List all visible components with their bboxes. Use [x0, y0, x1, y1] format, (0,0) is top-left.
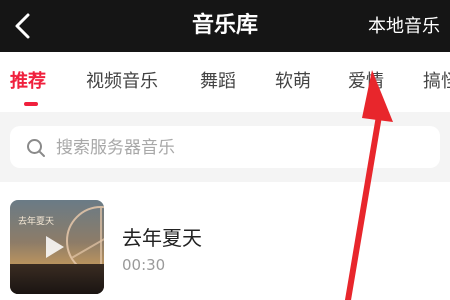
annotation-arrow-icon	[345, 70, 393, 300]
